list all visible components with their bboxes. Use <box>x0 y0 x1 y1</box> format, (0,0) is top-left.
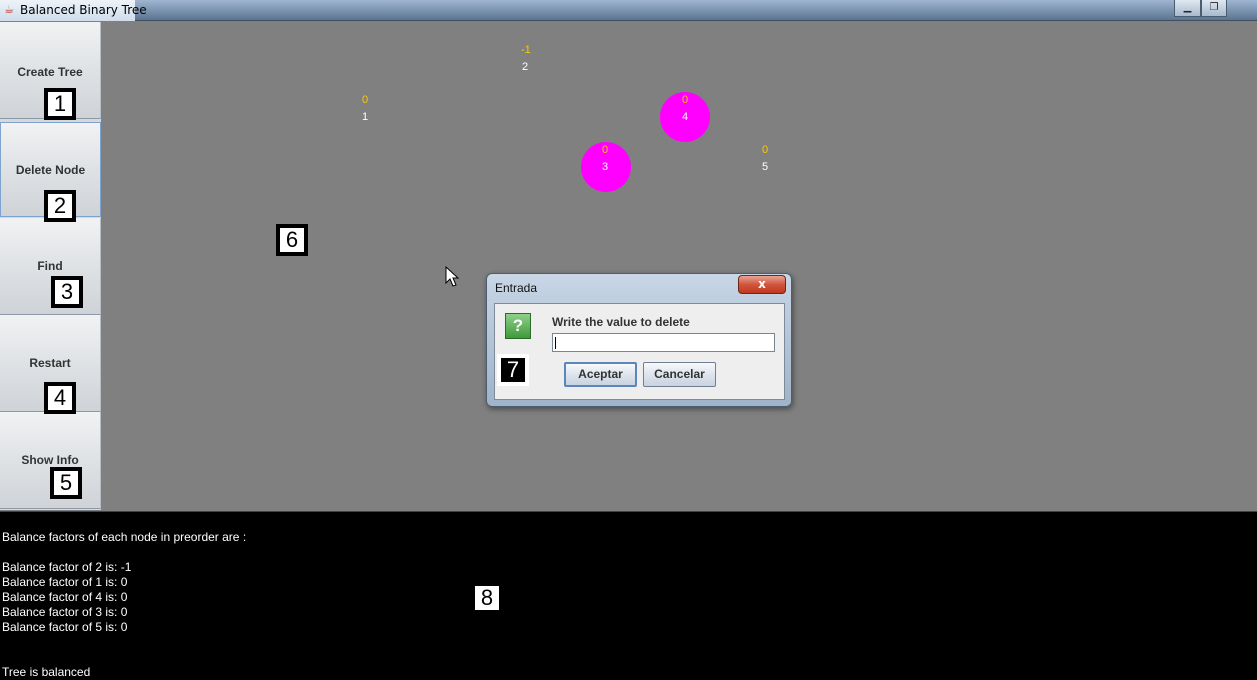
node-4-balance: 0 <box>682 94 689 106</box>
annotation-tag-3: 3 <box>51 276 83 308</box>
find-label: Find <box>37 259 63 273</box>
annotation-tag-4: 4 <box>44 382 76 414</box>
tree-canvas[interactable]: -1 2 0 1 0 4 0 3 0 5 <box>101 22 1257 510</box>
annotation-tag-7: 7 <box>497 354 529 386</box>
value-input[interactable] <box>552 333 775 352</box>
annotation-tag-6: 6 <box>276 224 308 256</box>
question-icon: ? <box>505 313 531 339</box>
maximize-button[interactable]: ❐ <box>1201 0 1227 17</box>
console-line: Balance factor of 1 is: 0 <box>2 575 128 589</box>
dialog-prompt: Write the value to delete <box>552 315 690 329</box>
node-2-balance: -1 <box>521 44 531 56</box>
show-info-label: Show Info <box>21 453 79 467</box>
node-3-balance: 0 <box>602 144 609 156</box>
annotation-tag-1: 1 <box>44 88 76 120</box>
console-line: Balance factor of 2 is: -1 <box>2 560 132 574</box>
input-dialog[interactable]: Entrada x ? Write the value to delete Ac… <box>486 273 792 407</box>
minimize-icon: ▁ <box>1183 2 1192 13</box>
dialog-close-button[interactable]: x <box>738 275 786 294</box>
console-line: Balance factors of each node in preorder… <box>2 530 247 544</box>
maximize-icon: ❐ <box>1209 2 1219 13</box>
dialog-body: ? Write the value to delete Aceptar Canc… <box>494 303 785 400</box>
mouse-cursor-icon <box>445 266 459 287</box>
node-4-value: 4 <box>682 111 689 123</box>
cancelar-button[interactable]: Cancelar <box>643 362 716 387</box>
node-2-value: 2 <box>522 61 529 73</box>
aceptar-button[interactable]: Aceptar <box>564 362 637 387</box>
title-bar: ☕ Balanced Binary Tree ▁ ❐ <box>0 0 1257 21</box>
console-line: Balance factor of 5 is: 0 <box>2 620 128 634</box>
node-1-value: 1 <box>362 111 369 123</box>
delete-node-label: Delete Node <box>15 163 86 177</box>
console-line: Tree is balanced <box>2 665 91 679</box>
minimize-button[interactable]: ▁ <box>1174 0 1201 17</box>
console-line: Balance factor of 4 is: 0 <box>2 590 128 604</box>
annotation-tag-2: 2 <box>44 190 76 222</box>
text-caret <box>555 337 556 349</box>
create-tree-label: Create Tree <box>17 65 83 79</box>
annotation-tag-8: 8 <box>471 582 503 614</box>
close-icon: x <box>758 277 766 291</box>
console-line: Balance factor of 3 is: 0 <box>2 605 128 619</box>
java-cup-icon: ☕ <box>4 3 14 16</box>
window-title: Balanced Binary Tree <box>20 3 147 17</box>
dialog-title: Entrada <box>495 281 538 295</box>
annotation-tag-5: 5 <box>50 467 82 499</box>
node-1-balance: 0 <box>362 94 369 106</box>
output-console: Balance factors of each node in preorder… <box>0 511 1257 680</box>
restart-label: Restart <box>29 356 71 370</box>
node-5-value: 5 <box>762 161 769 173</box>
node-3-value: 3 <box>602 161 609 173</box>
node-5-balance: 0 <box>762 144 769 156</box>
